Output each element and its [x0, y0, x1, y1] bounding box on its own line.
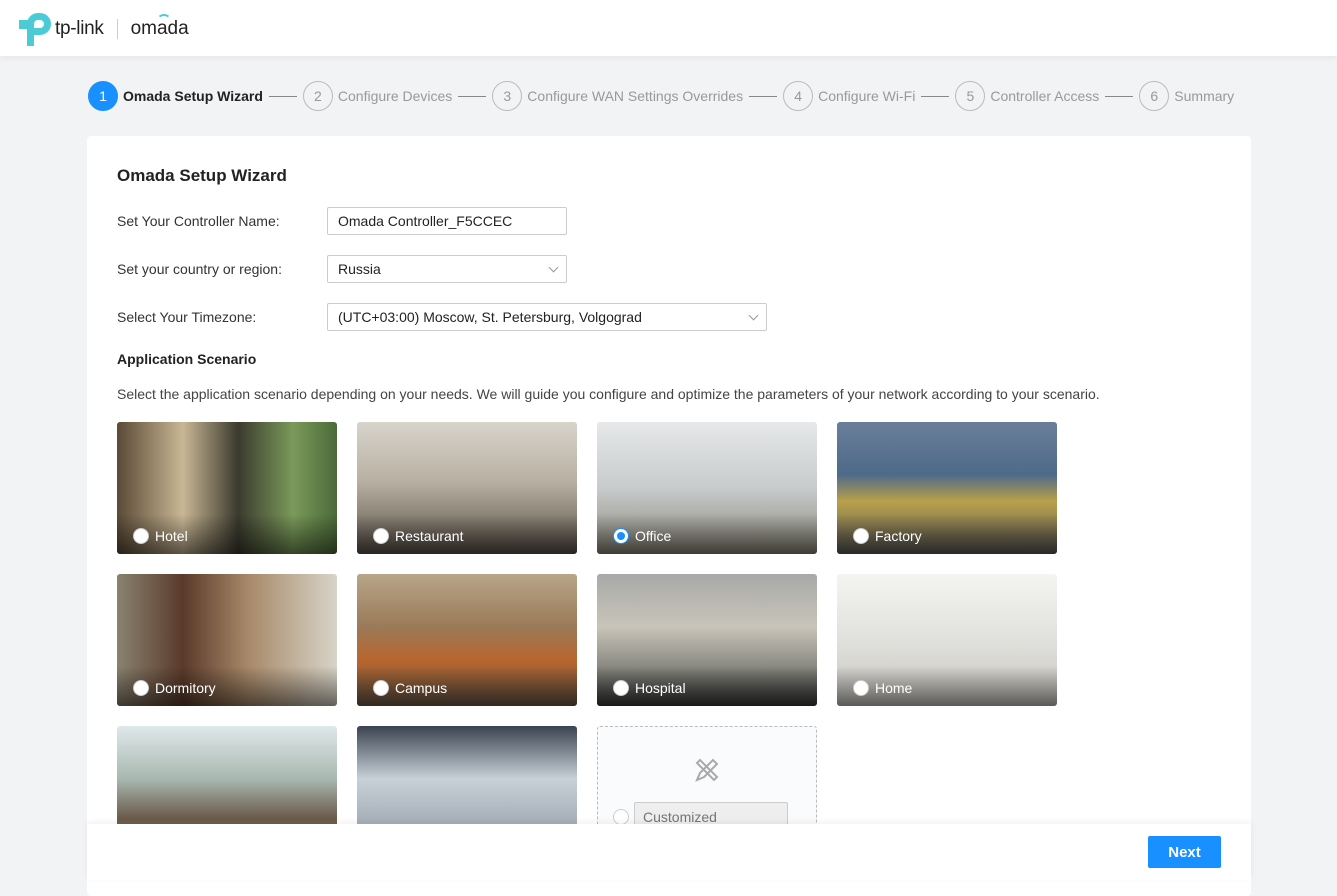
country-row: Set your country or region: Russia	[117, 255, 567, 283]
next-button[interactable]: Next	[1148, 836, 1221, 868]
step-3: 3 Configure WAN Settings Overrides	[492, 81, 743, 111]
chevron-down-icon	[548, 262, 559, 273]
scenario-restaurant[interactable]: Restaurant	[357, 422, 577, 554]
scenario-label: Home	[875, 680, 913, 696]
step-number: 4	[783, 81, 814, 111]
radio-button[interactable]	[373, 680, 389, 696]
scenario-label: Hospital	[635, 680, 686, 696]
step-label: Omada Setup Wizard	[123, 88, 263, 104]
scenario-label: Factory	[875, 528, 922, 544]
setup-card: Omada Setup Wizard Set Your Controller N…	[87, 136, 1251, 896]
radio-button[interactable]	[133, 528, 149, 544]
step-label: Controller Access	[990, 88, 1100, 104]
step-connector	[749, 95, 778, 97]
scenario-dormitory[interactable]: Dormitory	[117, 574, 337, 706]
scenario-factory[interactable]: Factory	[837, 422, 1057, 554]
scenario-label: Restaurant	[395, 528, 464, 544]
scenario-home[interactable]: Home	[837, 574, 1057, 706]
brand-text: tp-link	[55, 18, 104, 39]
timezone-row: Select Your Timezone: (UTC+03:00) Moscow…	[117, 303, 767, 331]
step-4: 4 Configure Wi-Fi	[783, 81, 915, 111]
step-1: 1 Omada Setup Wizard	[88, 81, 263, 111]
step-label: Summary	[1174, 88, 1235, 104]
radio-button[interactable]	[373, 528, 389, 544]
step-label: Configure Devices	[337, 88, 453, 104]
scenario-office[interactable]: Office	[597, 422, 817, 554]
step-label: Configure Wi-Fi	[818, 88, 916, 104]
scenario-label: Dormitory	[155, 680, 216, 696]
radio-button[interactable]	[613, 680, 629, 696]
footer-bar: Next	[87, 824, 1251, 880]
page-title: Omada Setup Wizard	[117, 166, 287, 185]
step-number: 3	[492, 81, 523, 111]
scenario-label: Office	[635, 528, 672, 544]
pencil-ruler-icon	[695, 758, 719, 782]
scenario-label: Campus	[395, 680, 448, 696]
step-number: 1	[88, 81, 118, 111]
radio-button[interactable]	[853, 528, 869, 544]
radio-button[interactable]	[133, 680, 149, 696]
step-connector	[1105, 95, 1134, 97]
step-5: 5 Controller Access	[955, 81, 1099, 111]
chevron-down-icon	[748, 310, 759, 321]
country-label: Set your country or region:	[117, 261, 282, 277]
step-connector	[921, 95, 950, 97]
timezone-select[interactable]: (UTC+03:00) Moscow, St. Petersburg, Volg…	[327, 303, 767, 331]
scenario-label: Hotel	[155, 528, 188, 544]
logo-divider	[116, 19, 118, 39]
radio-button[interactable]	[853, 680, 869, 696]
top-bar: tp-link omada	[0, 0, 1337, 56]
radio-button-selected[interactable]	[613, 528, 629, 544]
scenario-title: Application Scenario	[117, 351, 257, 367]
controller-name-label: Set Your Controller Name:	[117, 213, 280, 229]
tp-link-logo-icon	[19, 12, 53, 46]
step-6: 6 Summary	[1139, 81, 1234, 111]
scenario-hospital[interactable]: Hospital	[597, 574, 817, 706]
radio-button[interactable]	[613, 809, 629, 825]
step-2: 2 Configure Devices	[302, 81, 453, 111]
scenario-description: Select the application scenario dependin…	[117, 386, 1100, 402]
step-number: 2	[302, 81, 333, 111]
country-value: Russia	[338, 261, 381, 277]
tp-link-omada-logo: tp-link omada	[19, 12, 189, 46]
scenario-hotel[interactable]: Hotel	[117, 422, 337, 554]
step-number: 6	[1139, 81, 1170, 111]
step-connector	[458, 95, 487, 97]
scenario-campus[interactable]: Campus	[357, 574, 577, 706]
country-select[interactable]: Russia	[327, 255, 567, 283]
product-text: omada	[130, 14, 189, 39]
wizard-steps: 1 Omada Setup Wizard 2 Configure Devices 3…	[88, 81, 1234, 111]
timezone-label: Select Your Timezone:	[117, 309, 257, 325]
timezone-value: (UTC+03:00) Moscow, St. Petersburg, Volg…	[338, 309, 642, 325]
controller-name-input[interactable]: Omada Controller_F5CCEC	[327, 207, 567, 235]
step-connector	[268, 95, 297, 97]
controller-name-row: Set Your Controller Name: Omada Controll…	[117, 207, 567, 235]
step-number: 5	[955, 81, 986, 111]
step-label: Configure WAN Settings Overrides	[527, 88, 744, 104]
